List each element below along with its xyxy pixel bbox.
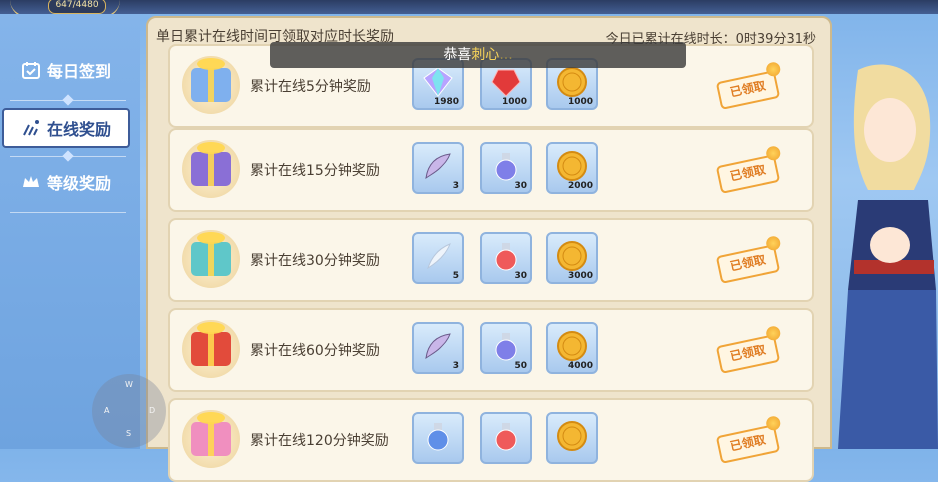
item-qty: 3000: [567, 271, 593, 281]
reward-row: 累计在线15分钟奖励 3 30 2000 已领取: [168, 128, 814, 212]
blue-potion-icon[interactable]: 30: [480, 142, 532, 194]
item-qty: 1980: [433, 97, 459, 107]
reward-row-label: 累计在线120分钟奖励: [250, 433, 389, 449]
reward-row: 累计在线30分钟奖励 5 30 3000 已领取: [168, 218, 814, 302]
claimed-stamp: 已领取: [715, 244, 781, 284]
sidebar-item-daily-signin[interactable]: 每日签到: [2, 52, 130, 88]
red-potion-icon[interactable]: 30: [480, 232, 532, 284]
sidebar-divider: [10, 150, 126, 162]
item-qty: 30: [514, 271, 527, 281]
claimed-stamp: 已领取: [715, 424, 781, 464]
item-qty: 50: [514, 361, 527, 371]
blue-potion-icon[interactable]: [412, 412, 464, 464]
sidebar-item-label: 等级奖励: [46, 174, 111, 193]
congrats-toast: 恭喜刺心...: [270, 42, 686, 68]
blue-potion-icon[interactable]: 50: [480, 322, 532, 374]
reward-row-label: 累计在线5分钟奖励: [250, 79, 371, 95]
sparkle-icon: [21, 118, 41, 138]
character-illustration: [818, 60, 938, 449]
sidebar-divider: [10, 212, 126, 213]
claimed-stamp: 已领取: [715, 334, 781, 374]
virtual-joystick[interactable]: W A D S: [92, 374, 166, 448]
reward-row-label: 累计在线60分钟奖励: [250, 343, 380, 359]
item-qty: 2000: [567, 181, 593, 191]
wing-icon[interactable]: 3: [412, 322, 464, 374]
resource-counter: 647/4480: [48, 0, 106, 14]
item-qty: 1000: [501, 97, 527, 107]
item-qty: 1000: [567, 97, 593, 107]
gift-icon: [182, 320, 240, 378]
reward-row-label: 累计在线15分钟奖励: [250, 163, 380, 179]
top-bar: 647/4480: [0, 0, 938, 18]
sidebar-item-online-reward[interactable]: 在线奖励: [2, 108, 130, 148]
joystick-up-key: W: [125, 380, 133, 389]
reward-row: 累计在线60分钟奖励 3 50 4000 已领取: [168, 308, 814, 392]
gold-coin-icon[interactable]: [546, 412, 598, 464]
claimed-stamp: 已领取: [715, 154, 781, 194]
item-qty: 30: [514, 181, 527, 191]
sidebar-item-level-reward[interactable]: 等级奖励: [2, 164, 130, 200]
toast-prefix: 恭喜: [443, 47, 472, 63]
item-qty: 3: [452, 361, 459, 371]
joystick-down-key: S: [126, 429, 132, 438]
item-qty: 3: [452, 181, 459, 191]
gift-icon: [182, 56, 240, 114]
toast-player-name: 刺心: [471, 47, 500, 63]
feather-icon[interactable]: 5: [412, 232, 464, 284]
toast-suffix: ...: [499, 47, 513, 63]
item-qty: 5: [452, 271, 459, 281]
gold-coin-icon[interactable]: 2000: [546, 142, 598, 194]
claimed-stamp: 已领取: [715, 70, 781, 110]
gift-icon: [182, 410, 240, 468]
joystick-left-key: A: [104, 406, 110, 415]
gold-coin-icon[interactable]: 3000: [546, 232, 598, 284]
sidebar-divider: [10, 94, 126, 106]
crown-icon: [21, 172, 41, 192]
gift-icon: [182, 230, 240, 288]
reward-row: 累计在线120分钟奖励 已领取: [168, 398, 814, 482]
sidebar-item-label: 在线奖励: [46, 120, 111, 139]
gift-icon: [182, 140, 240, 198]
gold-coin-icon[interactable]: 4000: [546, 322, 598, 374]
wing-icon[interactable]: 3: [412, 142, 464, 194]
joystick-right-key: D: [149, 406, 156, 415]
red-potion-icon[interactable]: [480, 412, 532, 464]
item-qty: 4000: [567, 361, 593, 371]
sidebar-item-label: 每日签到: [46, 62, 111, 81]
calendar-check-icon: [21, 60, 41, 80]
reward-row-label: 累计在线30分钟奖励: [250, 253, 380, 269]
